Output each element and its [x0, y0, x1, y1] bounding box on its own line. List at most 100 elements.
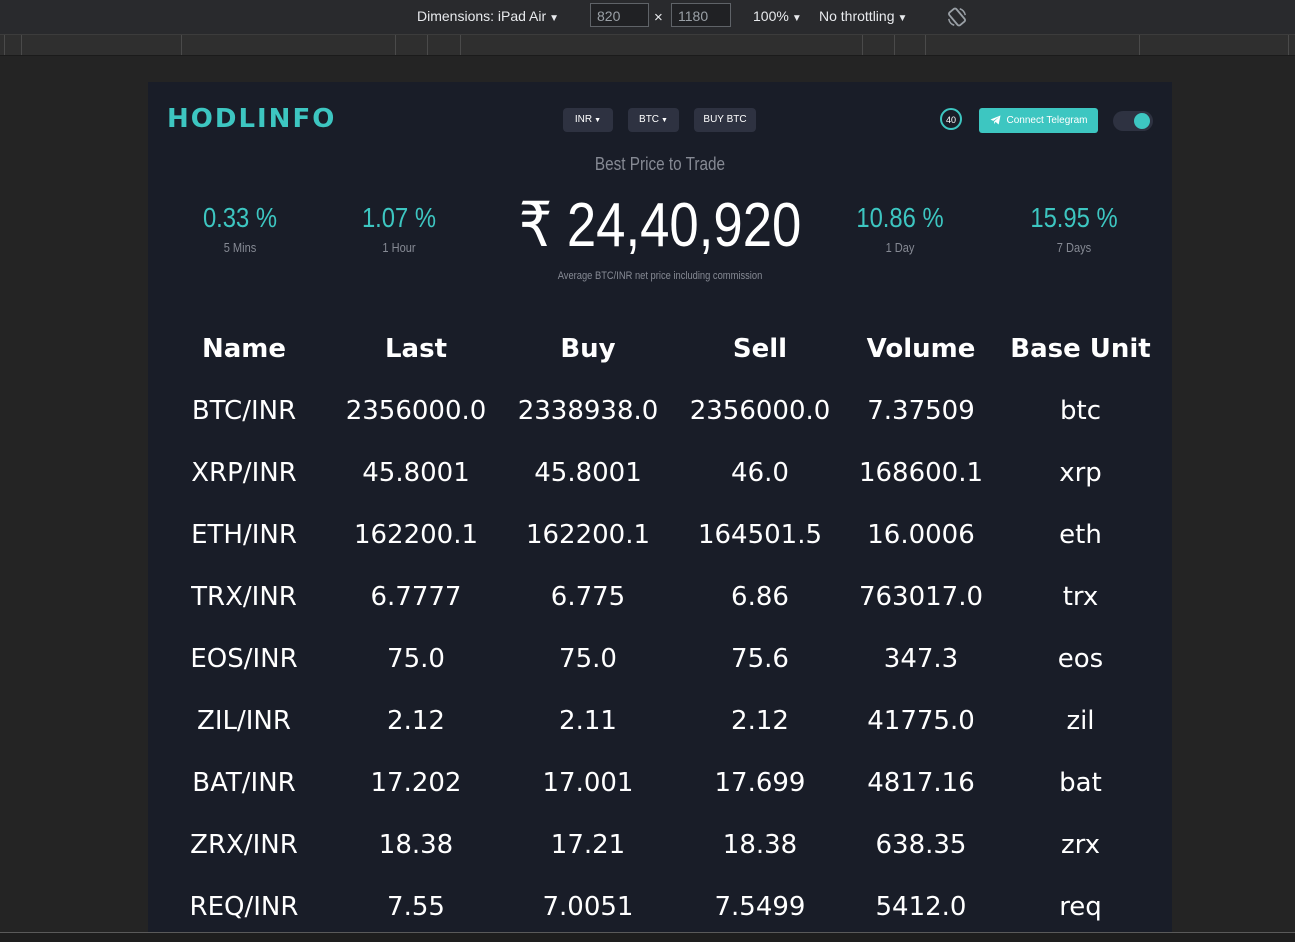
- table-cell: 347.3: [883, 644, 959, 674]
- table-row: ZRX/INR 18.38 17.21 18.38 638.35 zrx: [158, 814, 1165, 876]
- width-input[interactable]: 820: [590, 3, 649, 27]
- table-cell: 17.001: [542, 768, 634, 798]
- ruler-segment[interactable]: [181, 35, 182, 55]
- table-cell: ZIL/INR: [197, 706, 291, 736]
- table-cell: 75.0: [387, 644, 445, 674]
- table-cell: 6.7777: [370, 582, 462, 612]
- table-cell: EOS/INR: [190, 644, 298, 674]
- table-cell: BTC/INR: [191, 396, 297, 426]
- column-header: Last: [384, 334, 448, 364]
- table-cell: 7.37509: [867, 396, 975, 426]
- ruler-segment[interactable]: [21, 35, 22, 55]
- stat-value: 15.95 %: [1030, 202, 1118, 233]
- ruler-segment[interactable]: [4, 35, 5, 55]
- table-cell: 17.699: [714, 768, 806, 798]
- table-cell: 17.21: [550, 830, 626, 860]
- ticker-table: Name Last Buy Sell Volume Base Unit BTC/…: [158, 318, 1165, 932]
- stat-label: 7 Days: [1056, 240, 1092, 255]
- table-row: XRP/INR 45.8001 45.8001 46.0 168600.1 xrp: [158, 442, 1165, 504]
- theme-toggle[interactable]: [1113, 111, 1153, 131]
- ruler-segment[interactable]: [862, 35, 863, 55]
- stat-1-day: 10.86 % 1 Day: [820, 202, 980, 255]
- table-cell: xrp: [1059, 458, 1102, 488]
- height-input[interactable]: 1180: [671, 3, 731, 27]
- table-cell: 45.8001: [534, 458, 642, 488]
- stat-value: 0.33 %: [202, 202, 278, 233]
- asset-label: BTC: [639, 114, 660, 125]
- buy-btc-button[interactable]: BUY BTC: [694, 108, 756, 132]
- dimensions-dropdown[interactable]: Dimensions: iPad Air ▼: [417, 8, 559, 24]
- telegram-icon: [990, 115, 1000, 125]
- table-row: ZIL/INR 2.12 2.11 2.12 41775.0 zil: [158, 690, 1165, 752]
- table-cell: 75.6: [731, 644, 789, 674]
- toggle-knob: [1134, 113, 1150, 129]
- times-icon: ×: [654, 9, 663, 26]
- connect-telegram-button[interactable]: Connect Telegram: [979, 108, 1098, 133]
- ruler-segment[interactable]: [1139, 35, 1140, 55]
- ruler-segment[interactable]: [894, 35, 895, 55]
- table-header-row: Name Last Buy Sell Volume Base Unit: [158, 318, 1165, 380]
- table-cell: 16.0006: [867, 520, 975, 550]
- throttling-dropdown[interactable]: No throttling ▼: [819, 8, 907, 24]
- column-header: Name: [201, 334, 287, 364]
- rotate-icon[interactable]: [946, 6, 968, 28]
- table-cell: 41775.0: [867, 706, 975, 736]
- table-cell: 6.86: [731, 582, 789, 612]
- stat-value: 10.86 %: [856, 202, 944, 233]
- column-header: Sell: [732, 334, 788, 364]
- table-cell: XRP/INR: [191, 458, 297, 488]
- table-cell: REQ/INR: [189, 892, 299, 922]
- currency-dropdown[interactable]: INR ▼: [563, 108, 613, 132]
- stat-label: 5 Mins: [223, 240, 257, 255]
- table-row: REQ/INR 7.55 7.0051 7.5499 5412.0 req: [158, 876, 1165, 932]
- page-subtitle: Best Price to Trade: [594, 154, 726, 174]
- table-cell: 46.0: [731, 458, 789, 488]
- ruler-segment[interactable]: [925, 35, 926, 55]
- chevron-down-icon: ▼: [897, 13, 908, 24]
- table-row: ETH/INR 162200.1 162200.1 164501.5 16.0006 et…: [158, 504, 1165, 566]
- chevron-down-icon: ▼: [549, 13, 560, 24]
- stat-5-mins: 0.33 % 5 Mins: [160, 202, 320, 255]
- zoom-dropdown[interactable]: 100% ▼: [753, 8, 802, 24]
- device-toolbar: Dimensions: iPad Air ▼ 820 × 1180 100% ▼ N…: [0, 0, 1295, 35]
- ruler-segment[interactable]: [395, 35, 396, 55]
- table-cell: 2.12: [731, 706, 789, 736]
- table-cell: 75.0: [559, 644, 617, 674]
- column-header: Buy: [560, 334, 616, 364]
- stat-label: 1 Hour: [382, 240, 416, 255]
- table-cell: 168600.1: [858, 458, 984, 488]
- table-cell: 763017.0: [858, 582, 984, 612]
- table-cell: TRX/INR: [191, 582, 297, 612]
- table-cell: 7.5499: [714, 892, 806, 922]
- throttling-label: No throttling: [819, 8, 895, 24]
- ruler-segment[interactable]: [1288, 35, 1289, 55]
- chevron-down-icon: ▼: [594, 117, 602, 124]
- table-cell: ETH/INR: [191, 520, 297, 550]
- telegram-label: Connect Telegram: [1006, 115, 1088, 126]
- table-cell: 2356000.0: [689, 396, 831, 426]
- best-price: ₹ 24,40,920: [518, 191, 802, 260]
- table-cell: 6.775: [550, 582, 626, 612]
- table-cell: zrx: [1060, 830, 1101, 860]
- table-cell: 4817.16: [867, 768, 975, 798]
- table-cell: BAT/INR: [192, 768, 296, 798]
- table-cell: 2.11: [559, 706, 617, 736]
- ruler-segment[interactable]: [460, 35, 461, 55]
- ruler-segment[interactable]: [427, 35, 428, 55]
- table-cell: 162200.1: [353, 520, 479, 550]
- table-cell: 45.8001: [362, 458, 470, 488]
- table-cell: 2356000.0: [345, 396, 487, 426]
- table-row: BAT/INR 17.202 17.001 17.699 4817.16 bat: [158, 752, 1165, 814]
- table-cell: 7.55: [387, 892, 445, 922]
- media-query-ruler: [0, 35, 1295, 56]
- table-cell: eth: [1059, 520, 1102, 550]
- site-logo[interactable]: HODLINFO: [167, 104, 336, 134]
- table-cell: btc: [1060, 396, 1101, 426]
- table-cell: trx: [1062, 582, 1099, 612]
- table-cell: bat: [1059, 768, 1102, 798]
- table-row: BTC/INR 2356000.0 2338938.0 2356000.0 7.3750…: [158, 380, 1165, 442]
- zoom-label: 100%: [753, 8, 789, 24]
- stat-7-days: 15.95 % 7 Days: [994, 202, 1154, 255]
- asset-dropdown[interactable]: BTC ▼: [628, 108, 679, 132]
- table-cell: 17.202: [370, 768, 462, 798]
